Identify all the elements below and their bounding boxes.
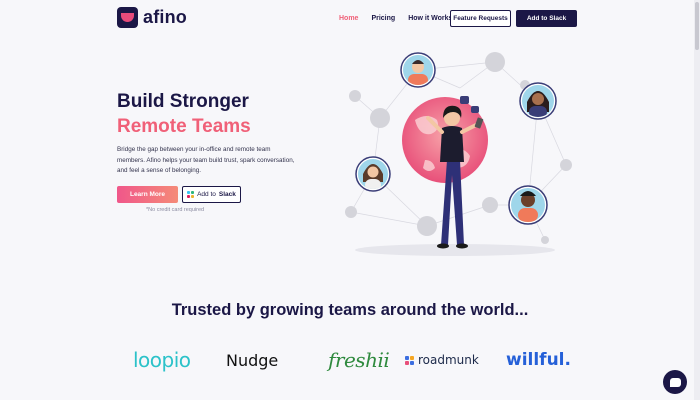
hero-title-line2: Remote Teams <box>117 116 251 137</box>
logo-loopio: loopio <box>133 348 191 372</box>
brand-logo[interactable]: afino <box>117 7 187 28</box>
logo-freshii: freshii <box>328 348 390 372</box>
learn-more-button[interactable]: Learn More <box>117 186 178 203</box>
page-scrollbar[interactable] <box>694 0 700 400</box>
no-credit-card-note: *No credit card required <box>146 207 205 213</box>
top-nav: afino Home Pricing How it Works Feature … <box>0 0 700 38</box>
nav-add-to-slack-button[interactable]: Add to Slack <box>516 10 577 27</box>
roadmunk-text: roadmunk <box>418 353 479 367</box>
avatar-left <box>355 156 391 192</box>
heart-reaction-icon <box>460 96 469 104</box>
logo-nudge: Nudge <box>226 350 279 370</box>
hero-title-line1: Build Stronger <box>117 91 249 112</box>
hero-add-to-slack-button[interactable]: Add to Slack <box>182 186 241 203</box>
feature-requests-button[interactable]: Feature Requests <box>450 10 511 27</box>
scrollbar-thumb[interactable] <box>695 2 699 50</box>
logo-mark-icon <box>117 7 138 28</box>
avatar-top-left <box>400 52 436 88</box>
nav-link-home[interactable]: Home <box>339 10 358 27</box>
chat-widget-button[interactable] <box>663 370 687 394</box>
logo-text: afino <box>143 7 187 27</box>
avatar-top-right <box>519 82 557 120</box>
hero-illustration <box>345 52 572 256</box>
hero-description: Bridge the gap between your in-office an… <box>117 146 295 174</box>
chat-icon <box>669 377 681 387</box>
nav-link-how-it-works[interactable]: How it Works <box>408 10 452 27</box>
logo-roadmunk: roadmunk <box>405 346 479 374</box>
ground-shadow <box>355 244 555 256</box>
like-reaction-icon <box>471 106 479 113</box>
nav-link-pricing[interactable]: Pricing <box>371 10 395 27</box>
slack-label: Slack <box>218 191 236 198</box>
nav-links: Home Pricing How it Works <box>339 10 465 27</box>
trusted-heading: Trusted by growing teams around the worl… <box>171 301 529 319</box>
roadmunk-icon <box>405 355 414 365</box>
logo-willful: willful. <box>506 350 571 370</box>
add-to-label: Add to <box>197 191 216 198</box>
avatar-bottom-right <box>508 185 548 225</box>
slack-icon <box>187 191 195 198</box>
customer-logos: loopio Nudge freshii roadmunk willful. <box>0 346 700 374</box>
